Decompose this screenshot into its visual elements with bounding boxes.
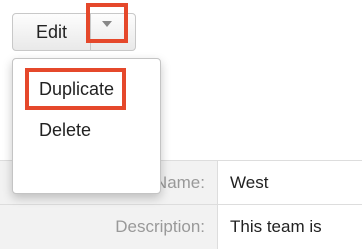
caret-down-icon bbox=[102, 21, 112, 27]
actions-dropdown-menu: Duplicate Delete bbox=[12, 58, 161, 194]
label-cell: Description: bbox=[0, 205, 218, 249]
menu-item-duplicate[interactable]: Duplicate bbox=[25, 68, 127, 110]
detail-row-description: Description: This team is bbox=[0, 204, 362, 249]
record-view: Edit Duplicate Delete Team Name: West De… bbox=[0, 0, 362, 249]
menu-item-delete[interactable]: Delete bbox=[39, 119, 91, 141]
edit-button[interactable]: Edit bbox=[13, 14, 91, 50]
description-label: Description: bbox=[115, 217, 205, 236]
actions-dropdown-toggle[interactable] bbox=[86, 3, 128, 43]
team-name-value: West bbox=[230, 173, 269, 192]
description-value: This team is bbox=[230, 217, 322, 236]
